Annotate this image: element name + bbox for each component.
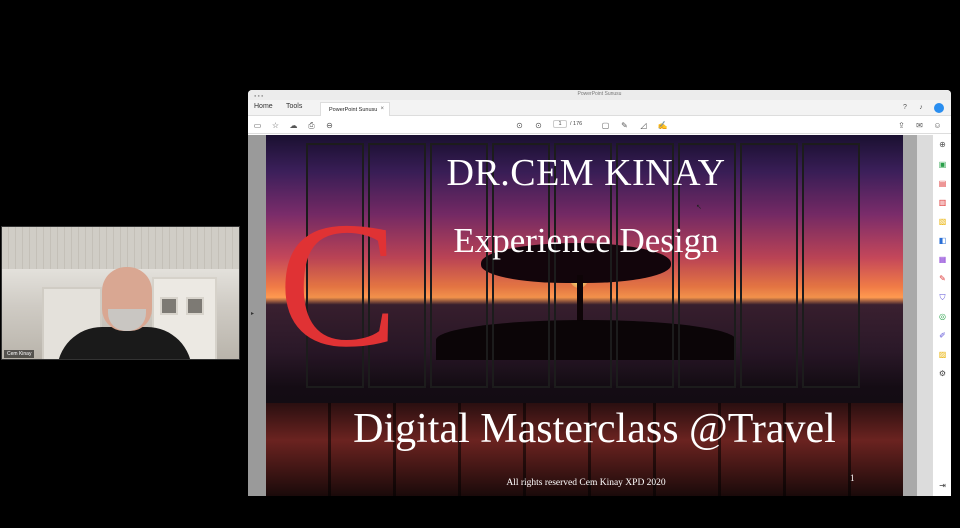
add-user-icon[interactable]: ☺: [932, 120, 943, 131]
acrobat-window: ● ● ● PowerPoint Sunusu Home Tools Power…: [248, 90, 951, 496]
optimize-icon[interactable]: ◎: [937, 311, 948, 322]
comment-icon[interactable]: ▢: [600, 120, 611, 131]
zoom-panel-icon[interactable]: ⊕: [937, 139, 948, 150]
collapse-right-panel-icon[interactable]: ⇥: [937, 480, 948, 491]
redact-icon[interactable]: ✐: [937, 330, 948, 341]
participant-name-label: Cem Kinay: [4, 350, 35, 358]
document-tab-label: PowerPoint Sunusu: [329, 107, 378, 113]
help-icon[interactable]: ?: [900, 103, 910, 113]
cloud-upload-icon[interactable]: ☁: [288, 120, 299, 131]
notifications-icon[interactable]: ♪: [916, 103, 926, 113]
zoom-icon[interactable]: ⊖: [324, 120, 335, 131]
page-total: / 176: [570, 121, 583, 127]
slide-footer: All rights reserved Cem Kinay XPD 2020: [506, 478, 666, 488]
request-signature-icon[interactable]: ▨: [937, 349, 948, 360]
room-ceiling: [2, 227, 239, 269]
bookmark-star-icon[interactable]: ☆: [270, 120, 281, 131]
tools-right-panel: ⊕ ▣ ▤ ▥ ▧ ◧ ▦ ✎ ⛉ ◎ ✐ ▨ ⚙ ⇥: [932, 135, 951, 496]
main-toolbar: ▭ ☆ ☁ ⎙ ⊖ ⊙ ⊙ 1/ 176 ▢ ✎ ◿ ✍ ⇪ ✉ ☺: [248, 117, 951, 134]
participant-video-tile[interactable]: Cem Kinay: [1, 226, 240, 360]
slide-subtitle: Experience Design: [453, 221, 719, 260]
protect-icon[interactable]: ⛉: [937, 292, 948, 303]
more-tools-icon[interactable]: ⚙: [937, 368, 948, 379]
save-icon[interactable]: ▭: [252, 120, 263, 131]
close-tab-icon[interactable]: ×: [380, 106, 384, 112]
sign-icon[interactable]: ✍: [657, 120, 668, 131]
slide-headline: Digital Masterclass @Travel: [353, 406, 836, 452]
vertical-scrollbar[interactable]: [917, 135, 932, 496]
print-icon[interactable]: ⎙: [306, 120, 317, 131]
edit-pdf-icon[interactable]: ▦: [937, 254, 948, 265]
export-pdf-icon[interactable]: ▣: [937, 159, 948, 170]
tab-tools[interactable]: Tools: [286, 103, 302, 110]
page-up-icon[interactable]: ⊙: [514, 120, 525, 131]
create-pdf-icon[interactable]: ▥: [937, 197, 948, 208]
slide-page: C DR.CEM KINAY Experience Design Digital…: [266, 135, 903, 496]
scroll-strip[interactable]: [903, 135, 917, 496]
window-title: PowerPoint Sunusu: [577, 91, 622, 97]
tab-bar: Home Tools PowerPoint Sunusu × ? ♪: [248, 100, 951, 116]
mouse-cursor-icon: ↖: [696, 204, 702, 211]
logo-letter: C: [278, 185, 399, 384]
fill-sign-icon[interactable]: ✎: [937, 273, 948, 284]
combine-files-icon[interactable]: ◧: [937, 235, 948, 246]
page-indicator: 1/ 176: [553, 120, 582, 128]
share-icon[interactable]: ⇪: [896, 120, 907, 131]
video-call-stage: Cem Kinay ● ● ● PowerPoint Sunusu Home T…: [0, 0, 960, 528]
document-tab[interactable]: PowerPoint Sunusu ×: [320, 102, 390, 116]
highlight-icon[interactable]: ◿: [638, 120, 649, 131]
comment-panel-icon[interactable]: ▧: [937, 216, 948, 227]
email-icon[interactable]: ✉: [914, 120, 925, 131]
slide-title: DR.CEM KINAY: [446, 152, 726, 194]
tab-home[interactable]: Home: [254, 103, 273, 110]
account-avatar[interactable]: [934, 103, 944, 113]
pen-icon[interactable]: ✎: [619, 120, 630, 131]
page-number-input[interactable]: 1: [553, 120, 567, 128]
title-bar: ● ● ● PowerPoint Sunusu: [248, 90, 951, 100]
slide-page-number: 1: [850, 473, 855, 483]
page-down-icon[interactable]: ⊙: [533, 120, 544, 131]
expand-left-panel-icon[interactable]: ▸: [251, 310, 254, 317]
organize-pages-icon[interactable]: ▤: [937, 178, 948, 189]
left-panel-strip: ▸: [248, 135, 266, 496]
document-viewer[interactable]: ▸ C DR.CEM KINAY Experience Design Digit…: [248, 135, 932, 496]
